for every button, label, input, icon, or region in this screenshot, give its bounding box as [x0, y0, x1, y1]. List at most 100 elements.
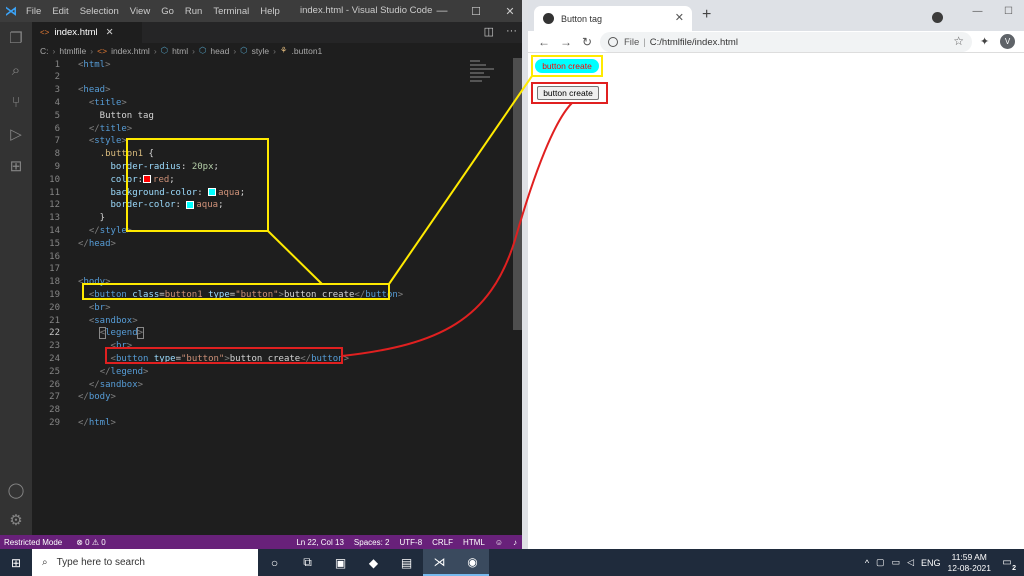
default-button[interactable]: button create [537, 86, 599, 100]
line-number: 19 [49, 289, 60, 300]
info-icon[interactable] [608, 37, 618, 47]
window-controls: — ☐ ✕ [425, 0, 527, 22]
styled-button[interactable]: button create [535, 59, 599, 73]
element-icon: ⬡ [240, 45, 248, 55]
network-icon[interactable]: ▭ [892, 557, 901, 568]
breadcrumb-drive[interactable]: C: [40, 46, 49, 56]
breadcrumb-file[interactable]: index.html [111, 46, 150, 56]
code-line: 5 Button tag [32, 109, 512, 122]
extensions-puzzle-icon[interactable]: ✦ [980, 35, 989, 48]
maximize-button[interactable]: ☐ [459, 0, 493, 22]
maximize-button[interactable]: ☐ [993, 0, 1024, 22]
aqua-swatch-icon[interactable] [186, 200, 195, 209]
editor-scrollbar[interactable] [513, 58, 522, 330]
line-number: 9 [54, 161, 60, 172]
store-icon[interactable]: ▣ [324, 549, 357, 576]
split-editor-icon[interactable]: ◫ [484, 25, 494, 38]
volume-icon[interactable]: ◁ [907, 557, 914, 568]
file-explorer-icon[interactable]: ▤ [390, 549, 423, 576]
cortana-icon[interactable]: ○ [258, 549, 291, 576]
tab-index-html[interactable]: <> index.html ✕ [32, 22, 142, 43]
app-icon[interactable]: ◆ [357, 549, 390, 576]
windows-start-icon[interactable]: ⊞ [0, 549, 32, 576]
vscode-window: ⋊ File Edit Selection View Go Run Termin… [0, 0, 527, 549]
code-editor[interactable]: 1 <html> 2 3 <head> 4 <title> 5 Button tag… [32, 58, 512, 535]
close-tab-icon[interactable]: ✕ [675, 11, 684, 24]
line-number: 24 [49, 353, 60, 364]
star-icon[interactable]: ☆ [953, 34, 964, 48]
code-line: 29 </html> [32, 416, 512, 429]
code-text: </title> [88, 123, 133, 134]
language-mode[interactable]: HTML [463, 538, 485, 547]
avatar[interactable]: V [1000, 34, 1015, 49]
search-placeholder: Type here to search [56, 557, 145, 568]
menu-run[interactable]: Run [185, 6, 202, 17]
aqua-swatch-icon[interactable] [208, 188, 217, 196]
language-indicator[interactable]: ENG [921, 558, 941, 568]
cursor-position[interactable]: Ln 22, Col 13 [296, 538, 344, 547]
address-bar[interactable]: File | C:/htmlfile/index.html ☆ [600, 32, 972, 52]
feedback-icon[interactable]: ☺ [495, 538, 503, 547]
line-number: 21 [49, 315, 60, 326]
menu-terminal[interactable]: Terminal [213, 6, 249, 17]
code-line: 15 </head> [32, 237, 512, 250]
breadcrumb-html[interactable]: html [172, 46, 188, 56]
run-debug-icon[interactable]: ▷ [0, 118, 32, 150]
search-icon[interactable]: ⌕ [0, 54, 32, 86]
element-icon: ⬡ [198, 45, 207, 55]
code-text: .button1 { [99, 149, 154, 160]
source-control-icon[interactable]: ⑂ [0, 86, 32, 118]
more-icon[interactable]: ··· [506, 25, 517, 38]
tab-search-icon[interactable] [932, 12, 943, 23]
notification-icon[interactable]: ▭ 2 [998, 554, 1016, 572]
menu-edit[interactable]: Edit [52, 6, 68, 17]
indentation[interactable]: Spaces: 2 [354, 538, 390, 547]
restricted-mode-indicator[interactable]: Restricted Mode [0, 537, 67, 547]
chevron-up-icon[interactable]: ^ [865, 558, 869, 568]
vscode-taskbar-icon[interactable]: ⋊ [423, 549, 456, 576]
code-line: 1 <html> [32, 58, 512, 71]
red-swatch-icon[interactable] [143, 175, 152, 184]
taskbar-search[interactable]: ⌕ Type here to search [32, 549, 258, 576]
back-icon[interactable]: ← [538, 35, 550, 49]
line-number: 8 [54, 149, 60, 160]
line-number: 10 [49, 174, 60, 185]
browser-tab[interactable]: Button tag ✕ [534, 6, 692, 31]
menu-help[interactable]: Help [260, 6, 280, 17]
task-view-icon[interactable]: ⧉ [291, 549, 324, 576]
forward-icon[interactable]: → [560, 35, 572, 49]
settings-icon[interactable]: ⚙ [0, 504, 32, 536]
notification-count: 2 [1012, 564, 1016, 572]
minimap[interactable] [470, 58, 512, 98]
close-tab-icon[interactable]: ✕ [106, 27, 114, 38]
line-ending[interactable]: CRLF [432, 538, 453, 547]
menu-file[interactable]: File [26, 6, 41, 17]
code-line: 8 .button1 { [32, 148, 512, 161]
account-icon[interactable]: ◯ [0, 474, 32, 506]
bell-icon[interactable]: ♪ [513, 538, 517, 547]
minimize-button[interactable]: — [962, 0, 993, 22]
extensions-icon[interactable]: ⊞ [0, 150, 32, 182]
breadcrumb-selector[interactable]: .button1 [292, 46, 323, 56]
reload-icon[interactable]: ↻ [582, 35, 592, 49]
chevron-right-icon: › [90, 45, 94, 56]
problems-indicator[interactable]: ⊗ 0 ⚠ 0 [76, 538, 105, 547]
chrome-taskbar-icon[interactable]: ◉ [456, 549, 489, 576]
tray-app-icon[interactable]: ▢ [876, 557, 885, 568]
menu-view[interactable]: View [130, 6, 150, 17]
menu-selection[interactable]: Selection [80, 6, 119, 17]
breadcrumb-style[interactable]: style [252, 46, 269, 56]
clock[interactable]: 11:59 AM 12-08-2021 [948, 552, 991, 574]
new-tab-button[interactable]: + [702, 6, 711, 24]
line-number: 20 [49, 302, 60, 313]
menu-go[interactable]: Go [161, 6, 174, 17]
minimize-button[interactable]: — [425, 0, 459, 22]
code-text: </body> [78, 392, 116, 403]
breadcrumb-folder[interactable]: htmlfile [59, 46, 86, 56]
encoding[interactable]: UTF-8 [399, 538, 422, 547]
breadcrumb-head[interactable]: head [210, 46, 229, 56]
explorer-icon[interactable]: ❐ [0, 22, 32, 54]
line-number: 16 [49, 251, 60, 262]
code-text: <button type="button">button create</but… [110, 353, 349, 364]
globe-icon [543, 13, 554, 24]
